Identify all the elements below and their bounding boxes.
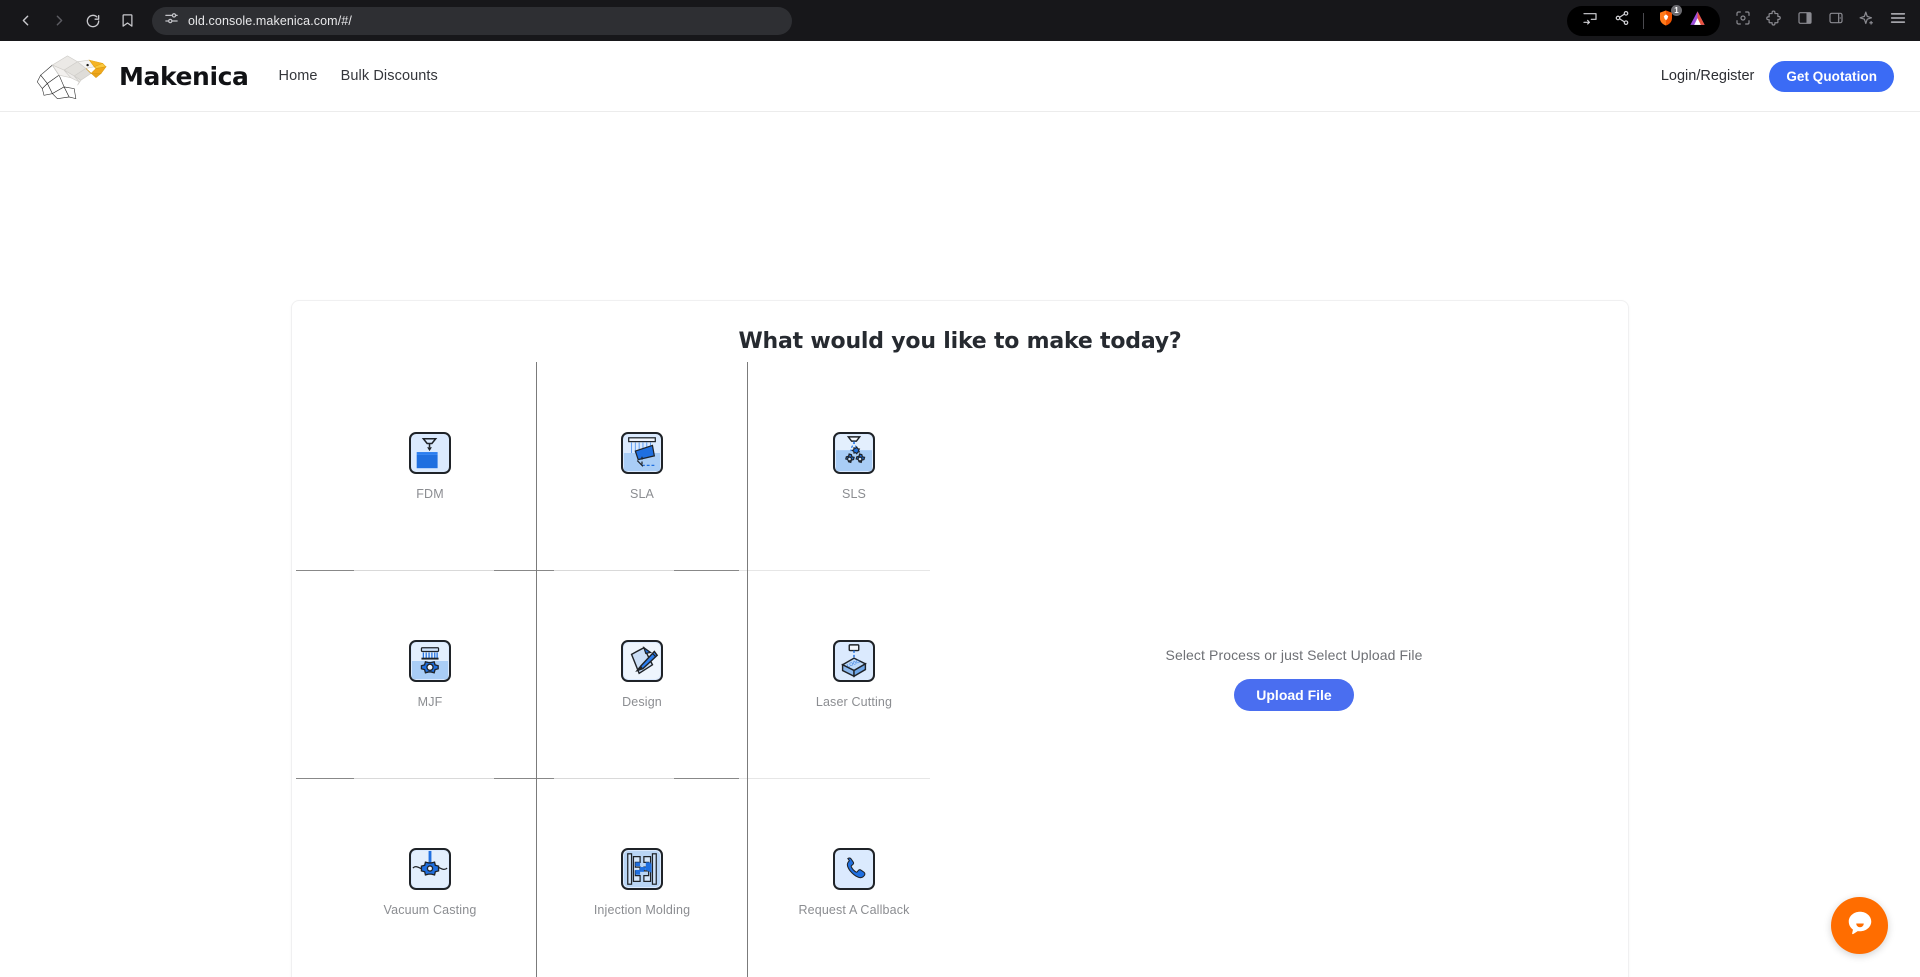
extensions-button[interactable] [1759,6,1788,35]
process-grid: FDM SLA SLS MJF Design LOGO Laser Cuttin… [294,362,960,977]
shields-badge: 1 [1671,5,1682,16]
process-item-laser-cutting[interactable]: LOGO Laser Cutting [748,570,960,778]
process-label: Design [622,694,662,709]
brave-wallet-button[interactable] [1821,6,1850,35]
process-item-request-callback[interactable]: Request A Callback [748,778,960,977]
header-actions: Login/Register Get Quotation [1661,60,1894,92]
chat-bubble-icon [1845,908,1875,943]
leo-ai-button[interactable] [1852,6,1881,35]
upload-hint-text: Select Process or just Select Upload Fil… [1165,647,1423,663]
browser-actions: 1 [1567,0,1912,41]
browser-menu-button[interactable] [1883,6,1912,35]
injection-molding-mold-icon [621,847,663,890]
upload-panel: Select Process or just Select Upload Fil… [960,354,1628,977]
design-pencil-paper-icon [621,639,663,682]
process-label: SLS [841,486,867,501]
phone-handset-icon [833,847,875,890]
mjf-multijet-gear-icon [409,639,451,682]
process-label: FDM [416,486,444,501]
sls-powder-gears-icon [833,431,875,474]
bookmark-icon [120,13,135,28]
brand-name: Makenica [119,61,249,91]
process-label: Injection Molding [593,902,691,917]
back-arrow-icon [17,12,34,29]
process-label: Request A Callback [798,902,910,917]
nav-home[interactable]: Home [279,68,318,84]
vacuum-casting-gear-icon [409,847,451,890]
process-selection-card: What would you like to make today? FDM S… [291,300,1629,977]
fdm-printer-icon [409,431,451,474]
screenshot-button[interactable] [1728,6,1757,35]
process-grid-wrapper: FDM SLA SLS MJF Design LOGO Laser Cuttin… [292,354,960,977]
sidebar-panel-icon [1797,10,1813,31]
forward-arrow-icon [51,12,68,29]
toolbar-divider [1643,12,1644,29]
brave-rewards-button[interactable] [1683,6,1712,35]
url-text: old.console.makenica.com/#/ [188,13,352,28]
process-item-mjf[interactable]: MJF [294,570,930,778]
process-item-design[interactable]: Design [536,570,748,778]
process-item-fdm[interactable]: FDM [324,362,536,570]
page-title: What would you like to make today? [738,329,1182,354]
main-nav: Home Bulk Discounts [279,68,438,84]
process-label: MJF [417,694,443,709]
screenshot-icon [1735,10,1751,31]
brave-action-group: 1 [1567,5,1720,36]
process-label: Laser Cutting [815,694,893,709]
brave-rewards-icon [1688,9,1707,33]
brave-shields-button[interactable]: 1 [1651,5,1682,35]
sidebar-toggle-button[interactable] [1790,6,1819,35]
card-body: FDM SLA SLS MJF Design LOGO Laser Cuttin… [292,354,1628,977]
process-label: SLA [629,486,655,501]
sla-resin-icon [621,431,663,474]
chat-widget-button[interactable] [1831,897,1888,954]
browser-toolbar: old.console.makenica.com/#/ 1 [0,0,1920,41]
site-settings-icon[interactable] [164,11,179,31]
back-button[interactable] [10,6,40,36]
brand-logo[interactable]: Makenica [30,50,249,102]
cast-icon [1582,10,1598,31]
laser-cutting-box-icon: LOGO [833,639,875,682]
forward-button[interactable] [44,6,74,36]
cast-button[interactable] [1575,6,1604,35]
hamburger-menu-icon [1889,9,1907,32]
process-item-vacuum-casting[interactable]: Vacuum Casting [294,778,930,977]
bookmark-button[interactable] [112,6,142,36]
leo-ai-sparkle-icon [1858,10,1875,32]
site-header: Makenica Home Bulk Discounts Login/Regis… [0,41,1920,112]
process-item-sls[interactable]: SLS [748,362,960,570]
nav-bulk-discounts[interactable]: Bulk Discounts [341,68,438,84]
get-quotation-button[interactable]: Get Quotation [1769,60,1894,92]
share-button[interactable] [1607,6,1636,35]
makenica-eagle-logo [30,50,115,102]
address-bar[interactable]: old.console.makenica.com/#/ [152,6,792,35]
brave-wallet-icon [1828,10,1844,31]
process-item-sla[interactable]: SLA [536,362,748,570]
extensions-puzzle-icon [1765,10,1782,32]
share-icon [1614,10,1630,31]
reload-button[interactable] [78,6,108,36]
upload-file-button[interactable]: Upload File [1234,679,1354,711]
process-item-injection-molding[interactable]: Injection Molding [536,778,748,977]
page-content: What would you like to make today? FDM S… [0,112,1920,977]
login-register-link[interactable]: Login/Register [1661,68,1755,84]
reload-icon [85,13,101,29]
process-label: Vacuum Casting [383,902,477,917]
